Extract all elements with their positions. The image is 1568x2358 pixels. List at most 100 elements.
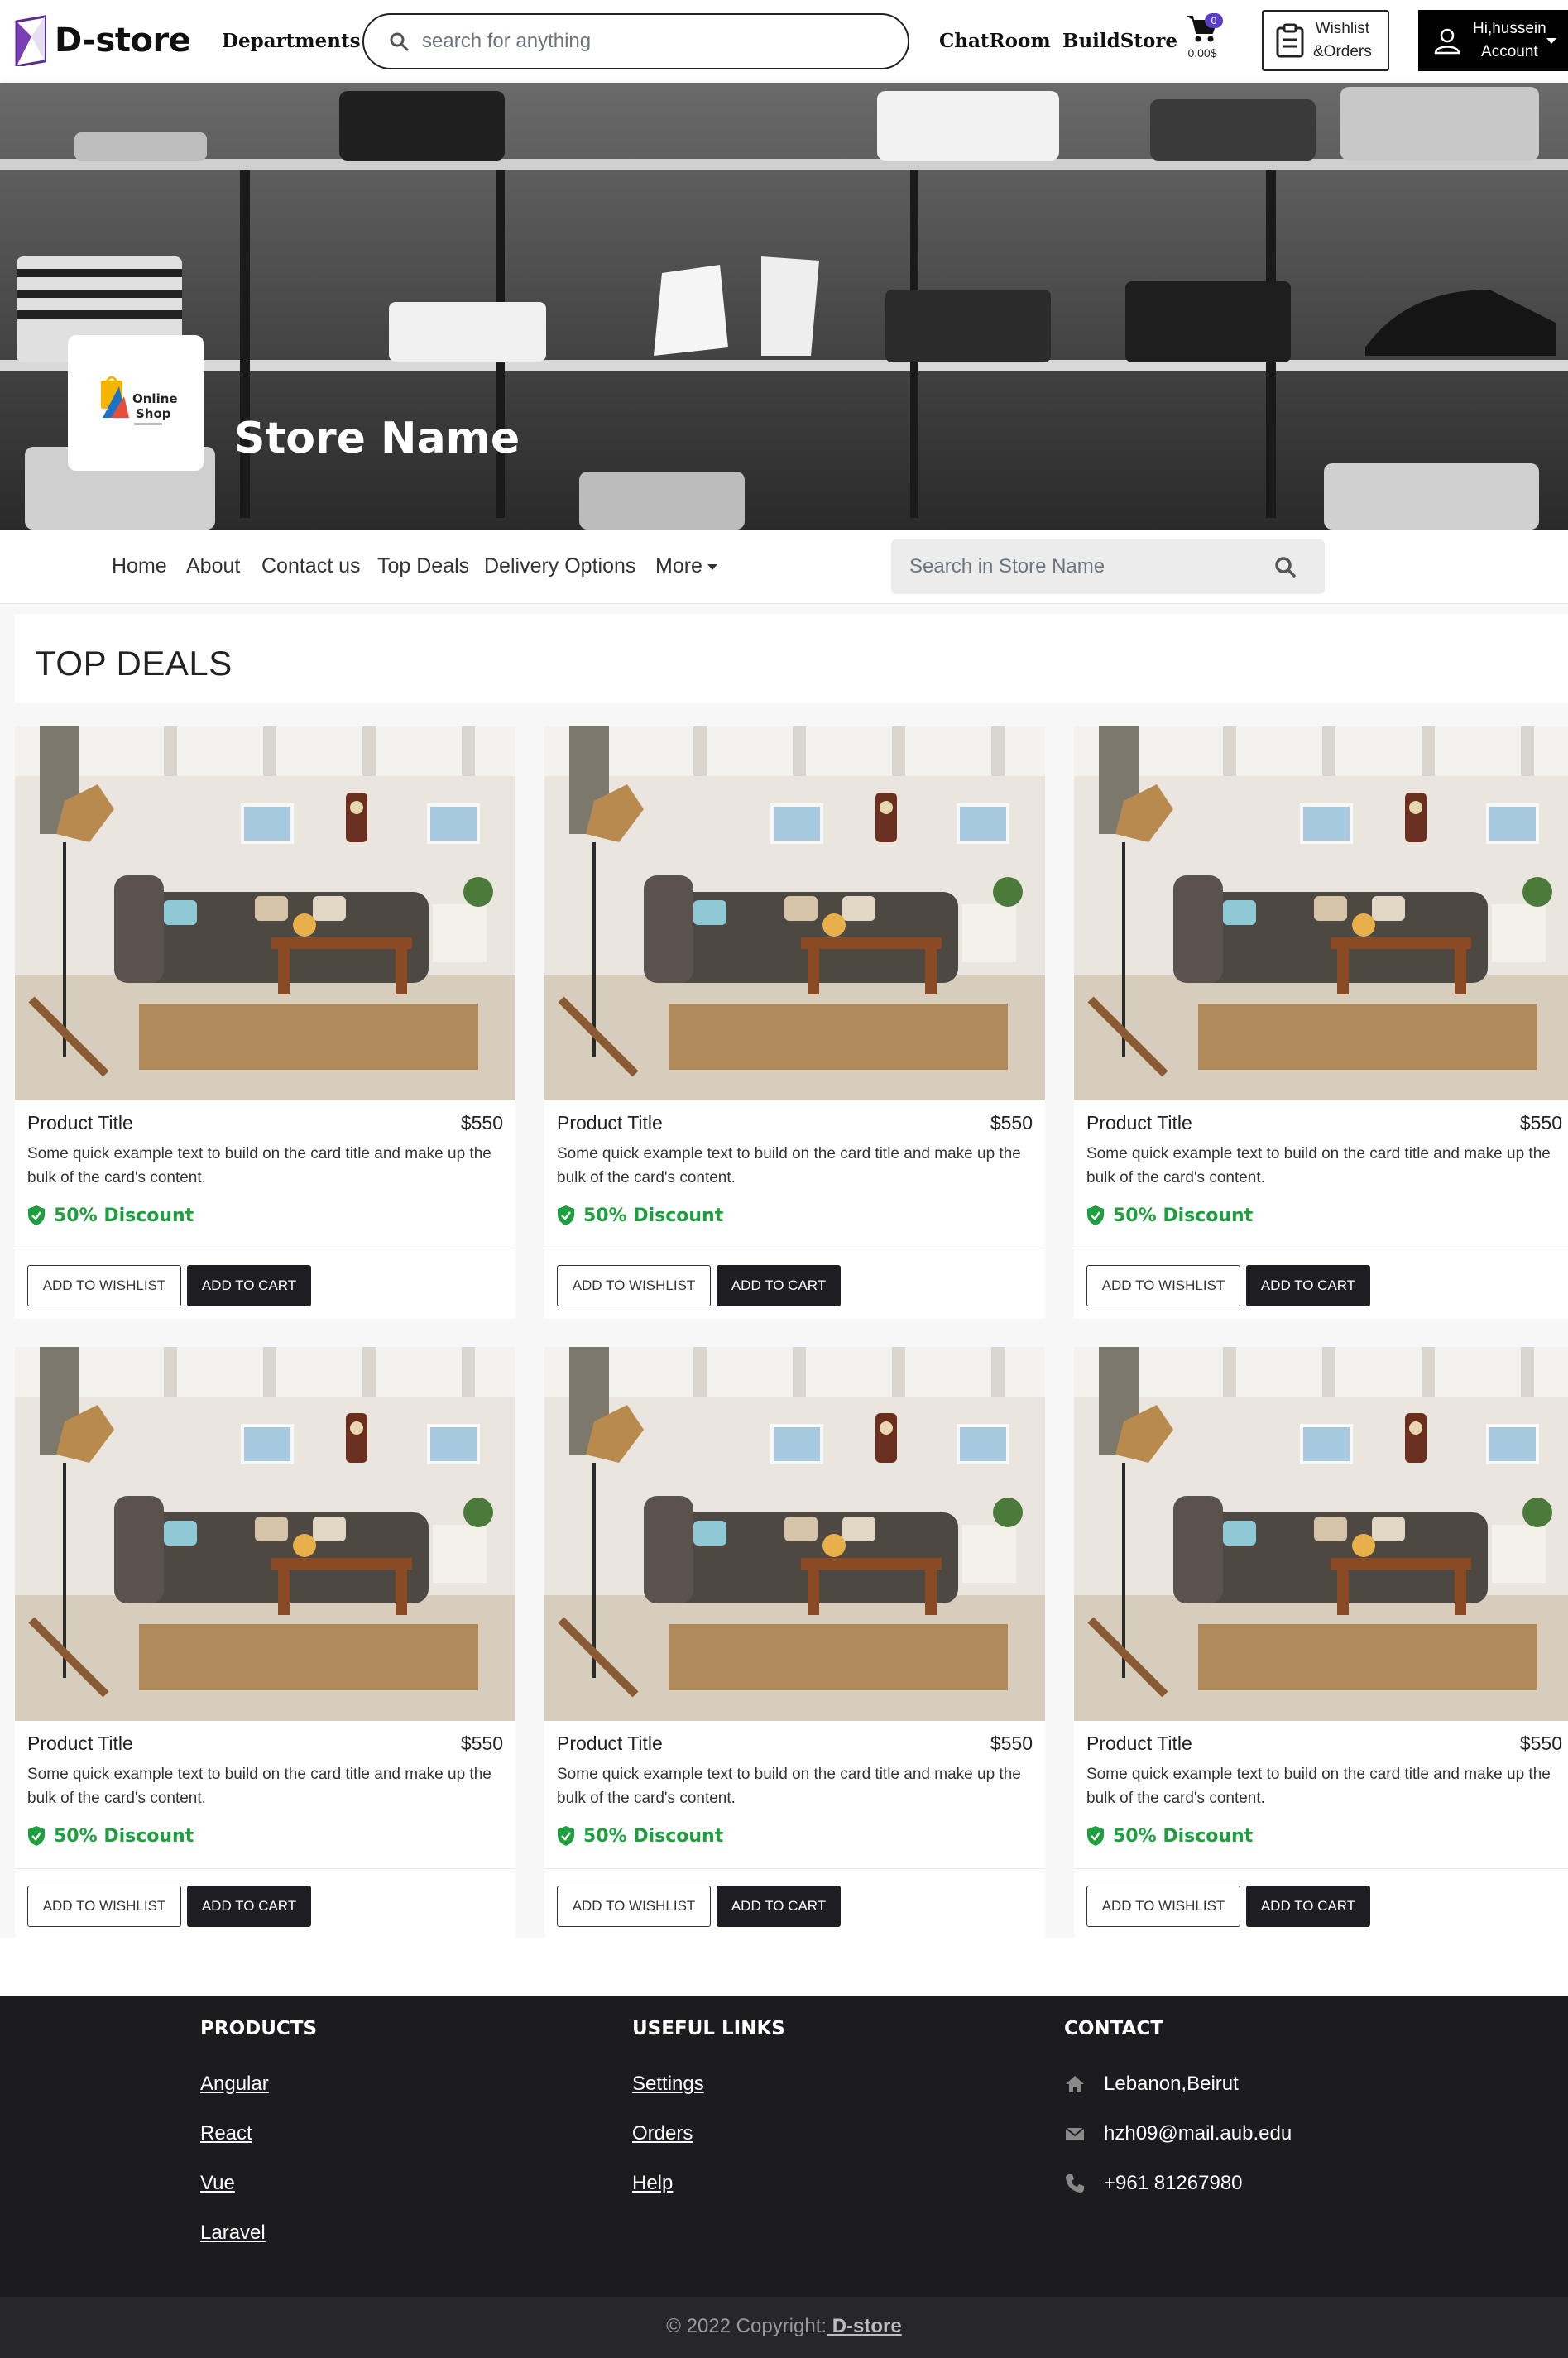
store-nav-about[interactable]: About xyxy=(186,554,240,578)
global-search-box[interactable] xyxy=(362,13,909,69)
product-price: $550 xyxy=(460,1733,503,1754)
add-to-cart-button[interactable]: ADD TO CART xyxy=(187,1265,311,1306)
brand-name: D-store xyxy=(55,22,191,60)
product-title[interactable]: Product Title xyxy=(557,1112,663,1134)
brand-logo[interactable]: D-store xyxy=(12,15,191,66)
contact-email[interactable]: hzh09@mail.aub.edu xyxy=(1064,2122,1292,2145)
logo-text-line2: Shop xyxy=(136,406,171,421)
discount-badge: 50% Discount xyxy=(27,1825,194,1847)
store-nav-contact[interactable]: Contact us xyxy=(261,554,361,578)
product-card[interactable]: Product Title $550 Some quick example te… xyxy=(15,726,515,1319)
contact-phone[interactable]: +961 81267980 xyxy=(1064,2172,1243,2195)
product-image[interactable] xyxy=(544,726,1045,1100)
contact-email-text: hzh09@mail.aub.edu xyxy=(1104,2122,1292,2145)
product-price: $550 xyxy=(990,1733,1033,1754)
add-to-cart-button[interactable]: ADD TO CART xyxy=(1246,1886,1370,1927)
card-divider xyxy=(1074,1868,1568,1869)
add-to-wishlist-button[interactable]: ADD TO WISHLIST xyxy=(557,1265,711,1306)
add-to-cart-button[interactable]: ADD TO CART xyxy=(187,1886,311,1927)
footer-link-react[interactable]: React xyxy=(200,2122,252,2145)
store-search-input[interactable] xyxy=(909,555,1265,578)
buildstore-link[interactable]: BuildStore xyxy=(1062,30,1177,52)
departments-link[interactable]: Departments xyxy=(222,30,361,52)
footer-link-angular[interactable]: Angular xyxy=(200,2073,269,2096)
product-card[interactable]: Product Title $550 Some quick example te… xyxy=(15,1347,515,1938)
add-to-wishlist-button[interactable]: ADD TO WISHLIST xyxy=(27,1265,181,1306)
footer-link-laravel[interactable]: Laravel xyxy=(200,2221,266,2245)
footer-products-heading: PRODUCTS xyxy=(200,2018,318,2039)
contact-address: Lebanon,Beirut xyxy=(1064,2073,1239,2096)
discount-label: 50% Discount xyxy=(1113,1825,1254,1847)
product-card[interactable]: Product Title $550 Some quick example te… xyxy=(544,726,1045,1319)
product-image[interactable] xyxy=(544,1347,1045,1721)
product-image[interactable] xyxy=(15,726,515,1100)
footer-link-help[interactable]: Help xyxy=(632,2172,673,2195)
product-image[interactable] xyxy=(1074,1347,1568,1721)
phone-icon xyxy=(1066,2174,1084,2193)
footer-link-vue[interactable]: Vue xyxy=(200,2172,235,2195)
search-icon xyxy=(390,32,409,51)
shield-check-icon xyxy=(558,1205,574,1225)
add-to-cart-button[interactable]: ADD TO CART xyxy=(717,1265,841,1306)
add-to-wishlist-button[interactable]: ADD TO WISHLIST xyxy=(27,1886,181,1927)
product-image[interactable] xyxy=(1074,726,1568,1100)
footer-link-settings[interactable]: Settings xyxy=(632,2073,704,2096)
store-search-box[interactable] xyxy=(891,539,1325,594)
card-divider xyxy=(544,1868,1045,1869)
contact-address-text: Lebanon,Beirut xyxy=(1104,2073,1239,2095)
product-image[interactable] xyxy=(15,1347,515,1721)
shield-check-icon xyxy=(1087,1826,1104,1846)
wishlist-orders-label: Wishlist &Orders xyxy=(1313,20,1372,60)
account-dropdown-button[interactable]: Hi,hussein Account xyxy=(1418,10,1568,71)
discount-label: 50% Discount xyxy=(1113,1205,1254,1226)
store-nav-more-label: More xyxy=(655,554,702,578)
footer: PRODUCTS Angular React Vue Laravel USEFU… xyxy=(0,1996,1568,2358)
add-to-wishlist-button[interactable]: ADD TO WISHLIST xyxy=(1086,1265,1240,1306)
card-divider xyxy=(15,1868,515,1869)
chevron-down-icon xyxy=(1546,38,1556,44)
shield-check-icon xyxy=(1087,1205,1104,1225)
discount-badge: 50% Discount xyxy=(1086,1205,1253,1226)
global-search-input[interactable] xyxy=(422,30,885,53)
product-title[interactable]: Product Title xyxy=(27,1733,133,1755)
product-description: Some quick example text to build on the … xyxy=(557,1766,1021,1807)
add-to-wishlist-button[interactable]: ADD TO WISHLIST xyxy=(557,1886,711,1927)
cart-button[interactable]: 0 0.00$ xyxy=(1182,13,1223,63)
contact-phone-text: +961 81267980 xyxy=(1104,2172,1243,2194)
store-logo: Online Shop xyxy=(68,335,204,471)
product-card[interactable]: Product Title $550 Some quick example te… xyxy=(1074,1347,1568,1938)
product-card[interactable]: Product Title $550 Some quick example te… xyxy=(544,1347,1045,1938)
footer-links-heading: USEFUL LINKS xyxy=(632,2018,785,2039)
copyright-brand-link[interactable]: D-store xyxy=(827,2315,902,2337)
account-label: Account xyxy=(1481,43,1538,60)
product-title[interactable]: Product Title xyxy=(1086,1733,1192,1755)
store-nav-top-deals[interactable]: Top Deals xyxy=(377,554,469,578)
bag-logo-icon xyxy=(15,15,46,66)
discount-label: 50% Discount xyxy=(54,1825,194,1847)
discount-label: 50% Discount xyxy=(583,1205,724,1226)
store-nav-more[interactable]: More xyxy=(655,554,717,578)
envelope-icon xyxy=(1065,2127,1085,2140)
chatroom-link[interactable]: ChatRoom xyxy=(939,30,1051,52)
store-nav-home[interactable]: Home xyxy=(112,554,167,578)
discount-label: 50% Discount xyxy=(54,1205,194,1226)
copyright-bar: © 2022 Copyright: D-store xyxy=(0,2297,1568,2358)
product-title[interactable]: Product Title xyxy=(557,1733,663,1755)
add-to-wishlist-button[interactable]: ADD TO WISHLIST xyxy=(1086,1886,1240,1927)
logo-text-line1: Online xyxy=(132,391,178,406)
search-icon[interactable] xyxy=(1273,555,1297,578)
product-title[interactable]: Product Title xyxy=(1086,1112,1192,1134)
store-name-title: Store Name xyxy=(234,414,520,463)
wishlist-orders-button[interactable]: Wishlist &Orders xyxy=(1262,10,1389,71)
top-deals-heading: TOP DEALS xyxy=(35,644,233,683)
store-banner: Online Shop Store Name xyxy=(0,83,1568,530)
product-description: Some quick example text to build on the … xyxy=(1086,1145,1551,1186)
add-to-cart-button[interactable]: ADD TO CART xyxy=(1246,1265,1370,1306)
discount-label: 50% Discount xyxy=(583,1825,724,1847)
product-title[interactable]: Product Title xyxy=(27,1112,133,1134)
add-to-cart-button[interactable]: ADD TO CART xyxy=(717,1886,841,1927)
product-card[interactable]: Product Title $550 Some quick example te… xyxy=(1074,726,1568,1319)
product-price: $550 xyxy=(460,1112,503,1133)
store-nav-delivery[interactable]: Delivery Options xyxy=(484,554,635,578)
footer-link-orders[interactable]: Orders xyxy=(632,2122,693,2145)
